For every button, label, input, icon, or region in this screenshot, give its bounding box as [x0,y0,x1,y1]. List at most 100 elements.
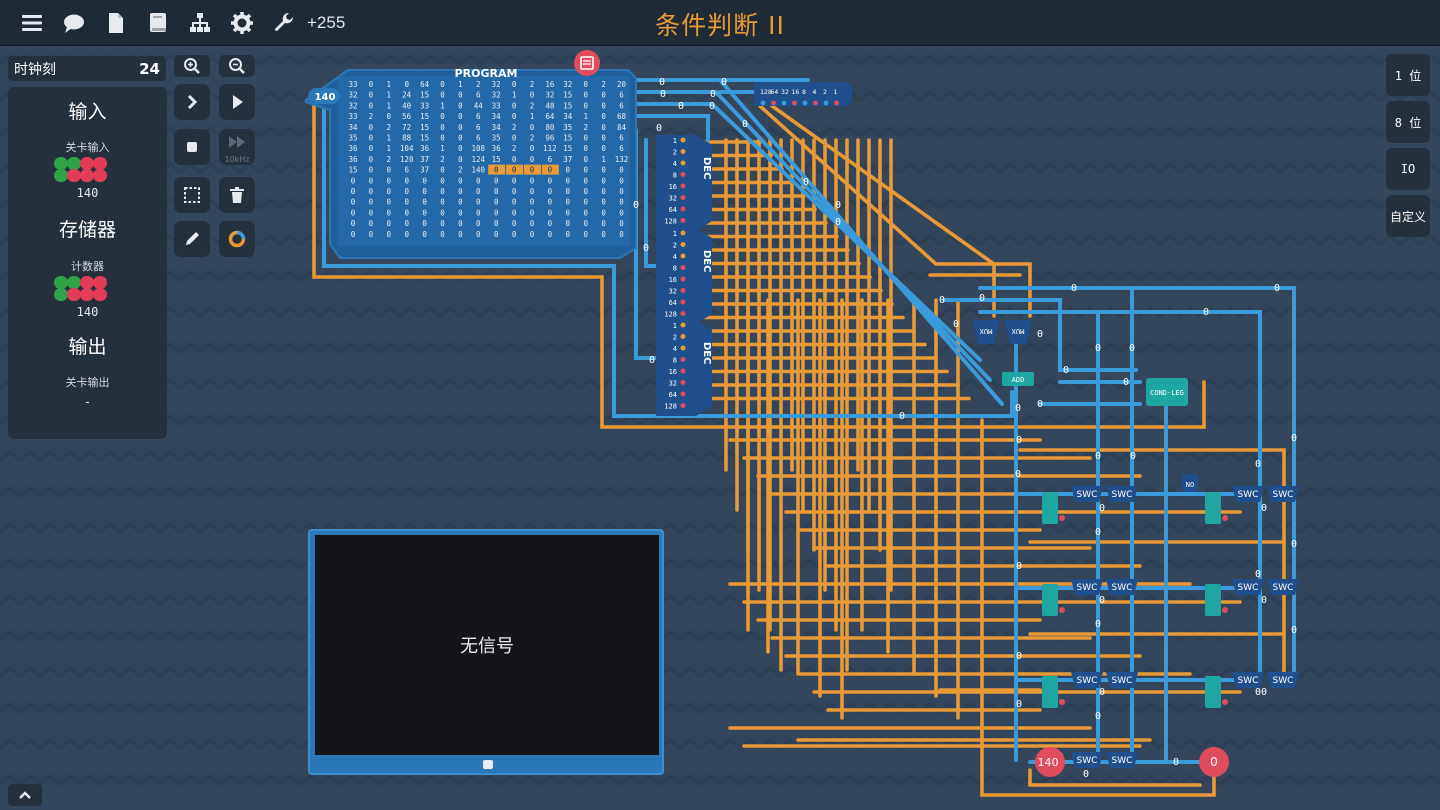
wire-value: 0 [633,200,639,211]
menu-button[interactable] [11,0,53,46]
adder-label: ADD [1012,376,1025,384]
splitter-pin [771,100,776,106]
rom-cell: 0 [369,91,374,100]
rom-cell: 56 [402,112,412,121]
document-button[interactable] [95,0,137,46]
rom-cell: 0 [583,176,588,185]
swc-gate[interactable]: SWC [1106,486,1138,502]
book-icon [150,12,166,32]
swc-gate[interactable]: SWC [1267,486,1299,502]
rom-cell: 32 [545,91,554,100]
swc-gate[interactable]: SWC [1071,672,1103,688]
decoder-bit-label: 8 [673,265,677,273]
decoder-pin [680,380,686,385]
wire-value: 0 [1261,503,1267,514]
swc-gate[interactable]: SWC [1232,672,1264,688]
rom-cell: 0 [369,166,374,175]
rom-cell: 6 [619,91,624,100]
decoder-pin [680,357,686,362]
hierarchy-button[interactable] [179,0,221,46]
rom-cell: 0 [548,219,553,228]
swc-gate[interactable]: SWC [1232,579,1264,595]
decoders[interactable]: DEC 1 2 4 8 16 32 64 128 DEC 1 2 4 8 16 32 64 128 DEC 1 2 4 8 1… [656,135,712,416]
rom-cell: 1 [387,134,392,143]
swc-gate[interactable]: SWC [1071,579,1103,595]
decoder-bit-label: 16 [669,368,677,376]
rom-cell: 15 [563,101,572,110]
inverter-component[interactable]: NO [1182,474,1198,492]
decoder-pin [680,218,686,223]
mux[interactable]: MUX [972,320,1000,344]
program-rom[interactable]: PROGRAM 33 0 1 0 64 0 1 2 32 0 2 16 32 0 2 2032 0 1 24 15 0 0… [305,67,637,259]
rom-cell: 0 [422,198,427,207]
wire-value: 0 [1261,687,1267,698]
rom-cell: 0 [494,176,499,185]
adder-component[interactable]: ADD [1002,372,1034,386]
rom-cell: 132 [615,155,629,164]
book-button[interactable] [137,0,179,46]
rom-cell: 15 [420,123,429,132]
rom-cell: 0 [387,187,392,196]
register[interactable] [1205,492,1228,524]
wire-value: 0 [1123,377,1129,388]
rom-cell: 0 [601,91,606,100]
byte-splitter[interactable]: 12864 32 16 8 4 2 1 [754,82,852,106]
switch-gates[interactable]: SWC SWC SWC SWC SWC SWC SWC SWC SWC SWC SWC SWC SWC S… [1071,486,1299,768]
swc-gate[interactable]: SWC [1267,672,1299,688]
rom-cell: 0 [458,112,463,121]
decoder[interactable]: DEC 1 2 4 8 16 32 64 128 [656,228,712,324]
screen-handle-icon[interactable] [483,760,493,769]
expand-button[interactable] [8,784,42,806]
swc-gate[interactable]: SWC [1071,486,1103,502]
splitter-pin [823,100,829,106]
wrench-button[interactable] [263,0,305,46]
rom-cell: 36 [492,144,502,153]
rom-cell: 2 [387,155,392,164]
level-title: 条件判断 II [655,11,785,40]
rom-cell: 0 [458,155,463,164]
rom-cell: 48 [545,101,555,110]
chat-button[interactable] [53,0,95,46]
rom-cell: 0 [369,101,374,110]
swc-gate[interactable]: SWC [1071,752,1103,768]
swc-label: SWC [1077,583,1098,593]
swc-gate[interactable]: SWC [1232,486,1264,502]
swc-label: SWC [1077,676,1098,686]
register-pin [1059,699,1065,705]
rom-cell: 68 [617,112,627,121]
decoder-bit-label: 2 [673,149,677,157]
wire-value: 0 [803,177,809,188]
rom-cell: 2 [583,123,588,132]
cond-leg-component[interactable]: COND-LEG [1146,378,1188,406]
display-screen[interactable]: 无信号 [308,529,664,775]
swc-gate[interactable]: SWC [1267,579,1299,595]
rom-cell: 0 [440,123,445,132]
wire-value: 0 [1016,699,1022,710]
swc-gate[interactable]: SWC [1106,752,1138,768]
register[interactable] [1042,492,1065,524]
counter-display[interactable]: 140 [1035,747,1065,777]
mux[interactable]: MUX [1004,320,1032,344]
decoder-pin [680,368,686,374]
rom-edit-button[interactable] [574,50,600,76]
swc-gate[interactable]: SWC [1106,672,1138,688]
rom-cell: 0 [369,134,374,143]
output-display[interactable]: 0 [1199,747,1229,777]
rom-cell: 0 [369,144,374,153]
multiplexers[interactable]: MUX MUX [972,320,1032,344]
rom-cell: 64 [545,112,555,121]
decoder[interactable]: DEC 1 2 4 8 16 32 64 128 [656,320,712,416]
decoder[interactable]: DEC 1 2 4 8 16 32 64 128 [656,135,712,231]
rom-cell: 0 [458,101,463,110]
settings-button[interactable] [221,0,263,46]
rom-cell: 2 [530,134,535,143]
rom-cell: 0 [583,219,588,228]
splitter-pin [760,100,766,106]
swc-gate[interactable]: SWC [1106,579,1138,595]
circuit-canvas[interactable]: PROGRAM 33 0 1 0 64 0 1 2 32 0 2 16 32 0 2 2032 0 1 24 15 0 0… [0,46,1440,810]
wire-value: 0 [1291,433,1297,444]
rom-cell: 0 [440,208,445,217]
splitter-bit-label: 32 [781,88,789,96]
decoder-bit-label: 128 [664,218,677,226]
rom-cell: 0 [404,198,409,207]
